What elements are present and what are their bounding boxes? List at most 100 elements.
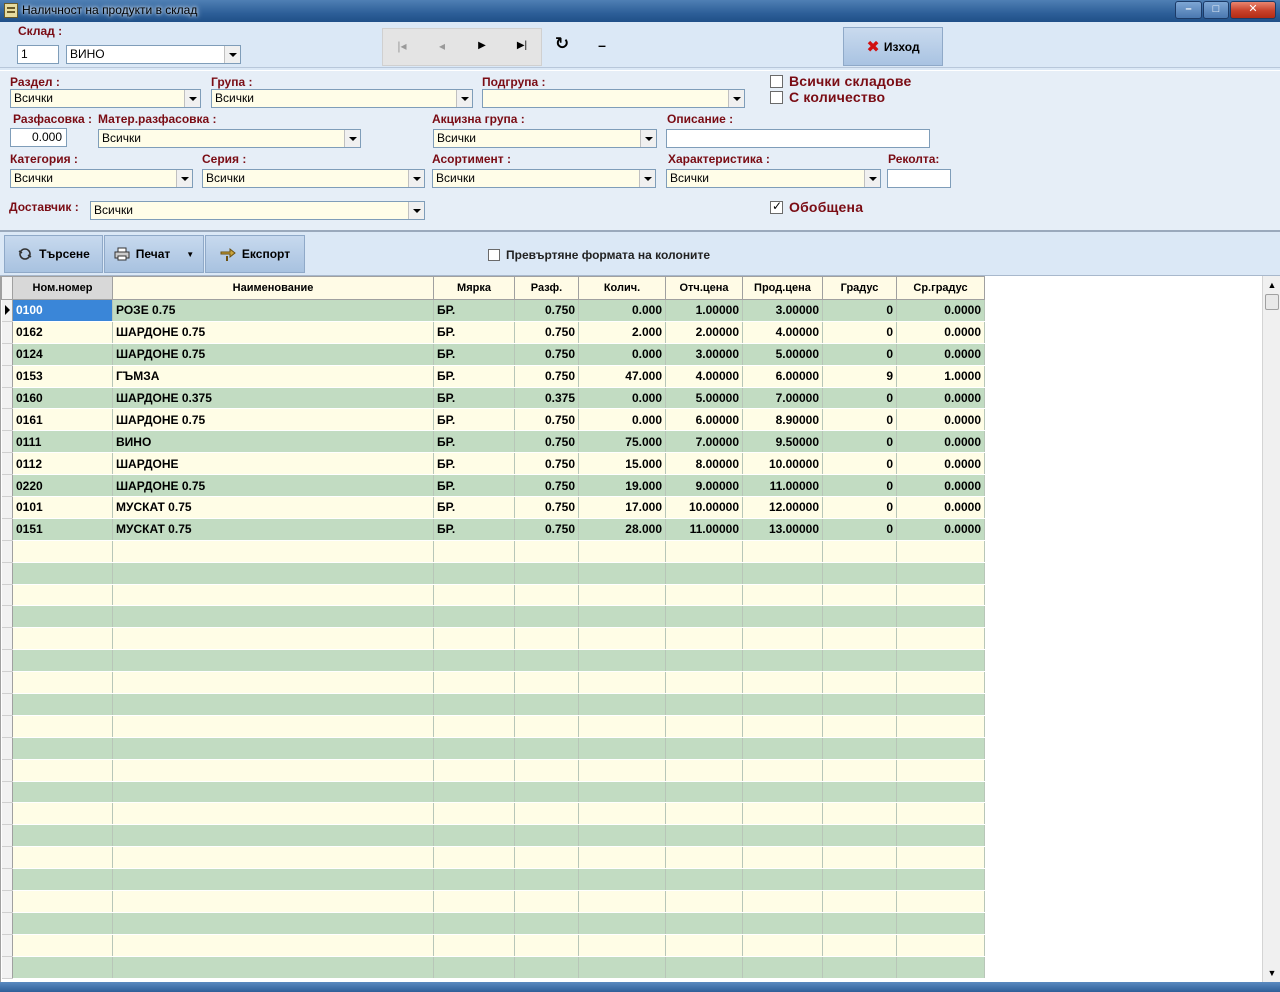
col-item-number-cell[interactable] <box>12 649 113 673</box>
col-unit-cell[interactable]: БР. <box>433 365 515 388</box>
col-item-number-cell[interactable]: 0220 <box>12 474 113 498</box>
col-item-number-cell[interactable] <box>12 562 113 585</box>
row-indicator[interactable] <box>1 365 13 388</box>
category-select[interactable]: Всички <box>10 169 193 188</box>
all-warehouses-checkbox[interactable] <box>770 75 783 88</box>
last-record-button[interactable]: ▶| <box>512 38 532 54</box>
col-packing-cell[interactable] <box>514 868 579 892</box>
col-cost-price-cell[interactable] <box>665 540 743 563</box>
col-name-cell[interactable] <box>112 890 434 913</box>
col-sale-price-cell[interactable]: 12.00000 <box>742 496 823 519</box>
row-indicator[interactable] <box>1 912 13 935</box>
col-quantity-cell[interactable] <box>578 605 666 629</box>
col-quantity-cell[interactable] <box>578 824 666 848</box>
col-sale-price-cell[interactable] <box>742 649 823 673</box>
table-row[interactable] <box>1 868 985 892</box>
row-indicator[interactable] <box>1 299 13 322</box>
col-name-cell[interactable] <box>112 715 434 738</box>
col-name-cell[interactable] <box>112 802 434 826</box>
table-row[interactable] <box>1 605 985 629</box>
col-sale-price-cell[interactable] <box>742 934 823 957</box>
table-row[interactable] <box>1 956 985 979</box>
col-degree-cell[interactable]: 0 <box>822 496 897 519</box>
col-name-cell[interactable] <box>112 562 434 585</box>
col-cost-price-cell[interactable] <box>665 715 743 738</box>
col-sale-price-cell[interactable] <box>742 759 823 782</box>
col-name-cell[interactable] <box>112 781 434 804</box>
col-quantity-cell[interactable] <box>578 868 666 892</box>
col-degree-cell[interactable]: 0 <box>822 430 897 454</box>
col-packing-cell[interactable] <box>514 802 579 826</box>
col-quantity-cell[interactable]: 0.000 <box>578 387 666 410</box>
col-degree-cell[interactable] <box>822 715 897 738</box>
col-cost-price-cell[interactable]: 6.00000 <box>665 408 743 432</box>
col-avg-degree-cell[interactable]: 0.0000 <box>896 299 985 322</box>
table-row[interactable]: 0162 ШАРДОНЕ 0.75 БР. 0.750 2.000 2.00000 4.00… <box>1 321 985 344</box>
col-cost-price-cell[interactable] <box>665 605 743 629</box>
col-degree-cell[interactable] <box>822 649 897 673</box>
col-sale-price-cell[interactable] <box>742 737 823 760</box>
col-avg-degree-cell[interactable] <box>896 912 985 935</box>
col-quantity-cell[interactable]: 0.000 <box>578 299 666 322</box>
col-quantity-cell[interactable]: 17.000 <box>578 496 666 519</box>
col-unit-cell[interactable] <box>433 649 515 673</box>
col-unit-cell[interactable] <box>433 584 515 607</box>
table-row[interactable]: 0220 ШАРДОНЕ 0.75 БР. 0.750 19.000 9.00000 11.… <box>1 474 985 498</box>
col-cost-price-cell[interactable] <box>665 956 743 979</box>
col-quantity-cell[interactable] <box>578 715 666 738</box>
with-quantity-checkbox[interactable] <box>770 91 783 104</box>
row-indicator[interactable] <box>1 321 13 344</box>
col-degree-cell[interactable] <box>822 540 897 563</box>
table-row[interactable] <box>1 540 985 563</box>
row-indicator[interactable] <box>1 627 13 651</box>
col-packing-cell[interactable] <box>514 584 579 607</box>
col-cost-price-cell[interactable]: 4.00000 <box>665 365 743 388</box>
col-name-cell[interactable]: РОЗЕ 0.75 <box>112 299 434 322</box>
col-cost-price-cell[interactable]: 10.00000 <box>665 496 743 519</box>
col-item-number-cell[interactable]: 0162 <box>12 321 113 344</box>
col-name-header[interactable]: Наименование <box>112 276 434 300</box>
table-row[interactable] <box>1 846 985 870</box>
col-packing-cell[interactable] <box>514 956 579 979</box>
col-name-cell[interactable]: МУСКАТ 0.75 <box>112 496 434 519</box>
col-packing-cell[interactable] <box>514 605 579 629</box>
col-cost-price-cell[interactable] <box>665 934 743 957</box>
col-avg-degree-cell[interactable] <box>896 540 985 563</box>
col-name-cell[interactable] <box>112 912 434 935</box>
col-sale-price-cell[interactable] <box>742 627 823 651</box>
table-row[interactable]: 0151 МУСКАТ 0.75 БР. 0.750 28.000 11.00000 13.… <box>1 518 985 541</box>
supplier-select[interactable]: Всички <box>90 201 425 220</box>
col-item-number-cell[interactable] <box>12 802 113 826</box>
row-indicator[interactable] <box>1 737 13 760</box>
col-quantity-cell[interactable]: 15.000 <box>578 452 666 476</box>
col-name-cell[interactable] <box>112 693 434 716</box>
col-unit-cell[interactable]: БР. <box>433 518 515 541</box>
col-cost-price-cell[interactable] <box>665 584 743 607</box>
table-row[interactable]: 0160 ШАРДОНЕ 0.375 БР. 0.375 0.000 5.00000 7.0… <box>1 387 985 410</box>
col-sale-price-cell[interactable] <box>742 956 823 979</box>
col-name-cell[interactable] <box>112 627 434 651</box>
excise-group-select[interactable]: Всички <box>433 129 657 148</box>
col-item-number-cell[interactable]: 0160 <box>12 387 113 410</box>
col-name-cell[interactable] <box>112 649 434 673</box>
col-quantity-cell[interactable] <box>578 781 666 804</box>
col-degree-cell[interactable] <box>822 890 897 913</box>
col-item-number-cell[interactable] <box>12 693 113 716</box>
table-row[interactable] <box>1 759 985 782</box>
col-quantity-cell[interactable]: 19.000 <box>578 474 666 498</box>
col-unit-cell[interactable] <box>433 824 515 848</box>
chevron-down-icon[interactable] <box>456 90 472 107</box>
row-indicator[interactable] <box>1 934 13 957</box>
col-unit-cell[interactable] <box>433 868 515 892</box>
col-quantity-cell[interactable] <box>578 759 666 782</box>
minimize-button[interactable]: – <box>1175 1 1202 19</box>
col-sale-price-cell[interactable]: 10.00000 <box>742 452 823 476</box>
scroll-up-icon[interactable]: ▲ <box>1264 277 1280 293</box>
col-packing-cell[interactable] <box>514 693 579 716</box>
description-input[interactable] <box>666 129 930 148</box>
col-degree-cell[interactable] <box>822 693 897 716</box>
col-quantity-cell[interactable]: 0.000 <box>578 343 666 366</box>
row-indicator[interactable] <box>1 956 13 979</box>
row-indicator[interactable] <box>1 562 13 585</box>
col-sale-price-cell[interactable] <box>742 671 823 695</box>
